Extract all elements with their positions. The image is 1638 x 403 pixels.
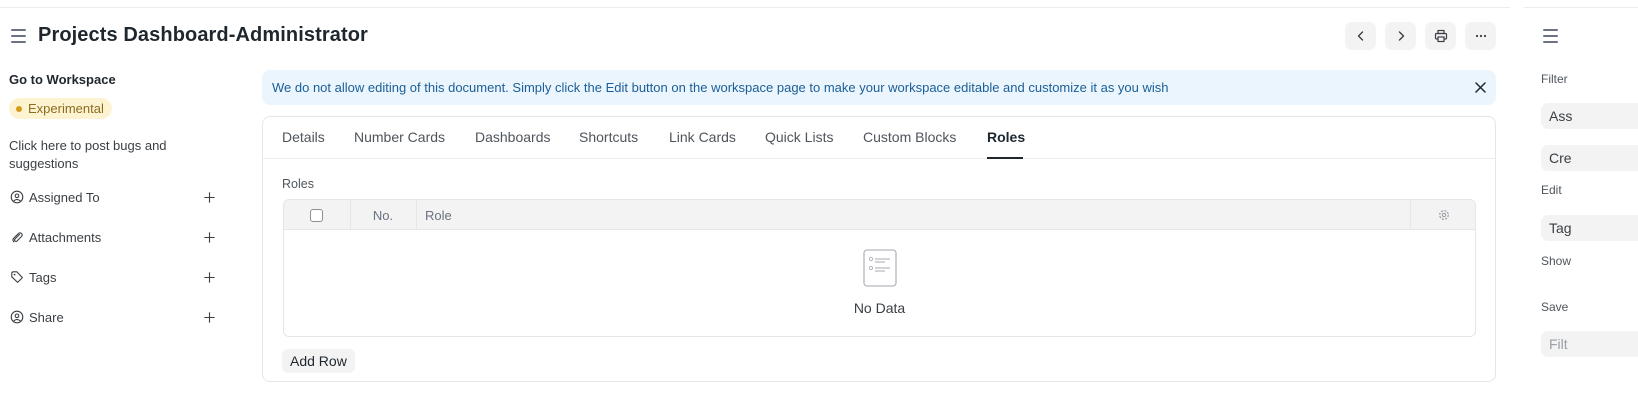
chevron-right-icon [1398,31,1404,41]
close-icon[interactable] [1473,80,1487,94]
sidebar-item-attachments[interactable]: Attachments [9,227,216,247]
tab-quick-lists[interactable]: Quick Lists [765,129,833,145]
empty-list-icon [863,249,897,287]
tab-number-cards[interactable]: Number Cards [354,129,445,145]
right-label-save: Save [1541,300,1569,314]
sidebar-item-label: Attachments [29,229,102,245]
printer-icon [1434,29,1447,43]
more-menu-button[interactable] [1465,22,1496,50]
next-button[interactable] [1385,22,1416,50]
sidebar-item-label: Share [29,309,64,325]
select-all-cell [310,200,323,230]
right-input-created[interactable]: Cre [1541,145,1638,171]
column-divider [416,200,417,230]
tab-roles[interactable]: Roles [987,129,1025,145]
sidebar-item-label: Tags [29,269,57,285]
tab-custom-blocks[interactable]: Custom Blocks [863,129,956,145]
list-sidebar-toggle-icon[interactable] [1543,29,1558,43]
read-only-alert: We do not allow editing of this document… [262,70,1496,105]
badge-dot [16,105,22,112]
right-input-tags[interactable]: Tag [1541,215,1638,241]
alert-message: We do not allow editing of this document… [272,80,1169,95]
column-header-no: No. [372,207,394,223]
column-header-role: Role [425,207,452,223]
select-all-checkbox[interactable] [310,208,323,222]
print-button[interactable] [1425,22,1456,50]
sidebar-item-tags[interactable]: Tags [9,267,216,287]
roles-table: No. Role No Data [283,199,1476,337]
add-attachment-icon[interactable] [202,230,216,244]
form-tabs: Details Number Cards Dashboards Shortcut… [263,117,1495,159]
sidebar-item-assigned-to[interactable]: Assigned To [9,187,216,207]
gear-icon[interactable] [1437,208,1451,222]
paperclip-icon [9,230,24,245]
right-label-edit[interactable]: Edit [1541,183,1562,197]
experimental-badge: Experimental [9,98,112,119]
add-row-button[interactable]: Add Row [282,349,355,373]
more-horizontal-icon [1475,34,1486,38]
sidebar-item-label: Assigned To [29,189,100,205]
assign-icon [9,190,24,205]
active-tab-indicator [987,157,1023,159]
share-icon [9,310,24,325]
badge-label: Experimental [28,101,104,116]
right-panel-divider [1524,7,1638,8]
chevron-left-icon [1357,31,1363,41]
tag-icon [9,270,24,285]
sidebar-toggle-icon[interactable] [11,29,26,43]
workspace-form-card: Details Number Cards Dashboards Shortcut… [262,116,1496,382]
add-share-icon[interactable] [202,310,216,324]
post-bugs-link[interactable]: Click here to post bugs and suggestions [9,137,199,173]
page-title: Projects Dashboard-Administrator [38,24,368,46]
add-assignee-icon[interactable] [202,190,216,204]
tab-dashboards[interactable]: Dashboards [475,129,551,145]
roles-field-label: Roles [282,177,314,191]
sidebar-item-share[interactable]: Share [9,307,216,327]
table-header: No. Role [284,200,1475,230]
right-input-assigned[interactable]: Ass [1541,103,1638,129]
tab-shortcuts[interactable]: Shortcuts [579,129,638,145]
add-tag-icon[interactable] [202,270,216,284]
right-input-filter[interactable]: Filt [1541,331,1638,357]
right-label-show[interactable]: Show [1541,254,1571,268]
go-to-workspace-link[interactable]: Go to Workspace [9,72,116,87]
column-divider [1410,200,1411,230]
tab-details[interactable]: Details [282,129,325,145]
right-label-filter: Filter [1541,72,1568,86]
empty-state-text: No Data [853,300,906,316]
previous-button[interactable] [1345,22,1376,50]
tab-link-cards[interactable]: Link Cards [669,129,736,145]
top-divider [0,7,1510,8]
